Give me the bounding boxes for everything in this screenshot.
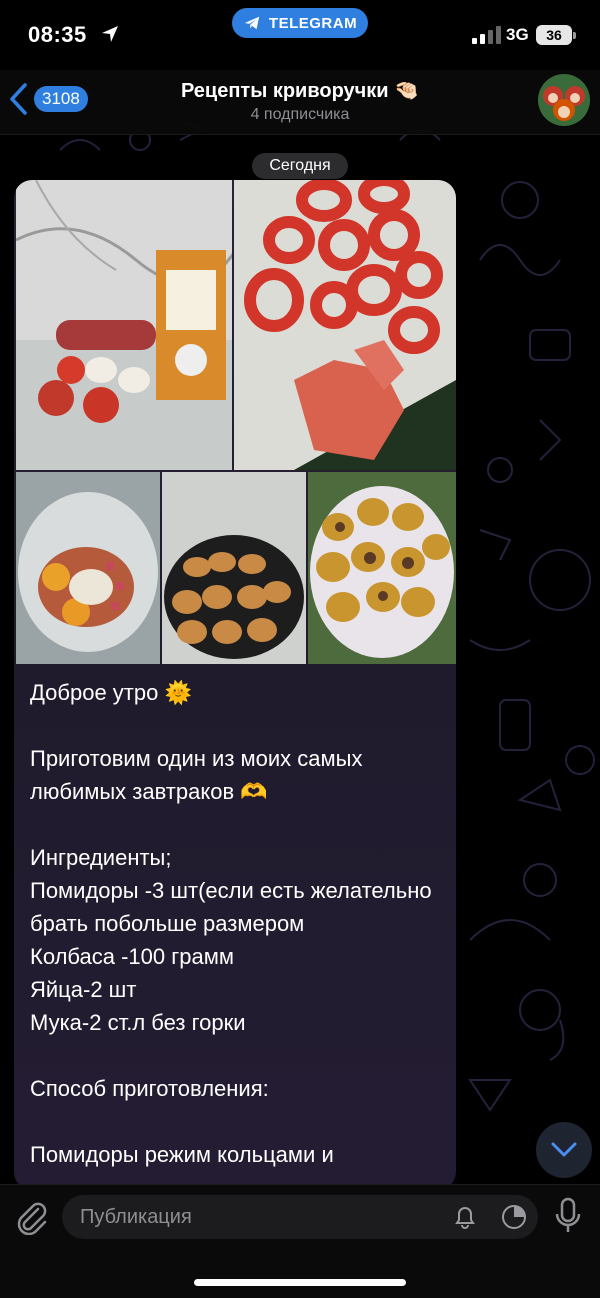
scroll-to-bottom-button[interactable] [536,1122,592,1178]
message-text: Доброе утро 🌞 Приготовим один из моих са… [30,680,432,1167]
bell-icon[interactable] [452,1204,478,1230]
status-bar: 08:35 TELEGRAM 3G 36 [0,0,600,70]
composer-bar: Публикация [0,1184,600,1298]
mixing-bowl-image [16,472,160,664]
tomato-rings-image [234,180,456,470]
telegram-icon [244,16,260,30]
network-type: 3G [506,25,529,44]
photo-tomato-rings[interactable] [234,180,456,470]
return-to-telegram-pill[interactable]: TELEGRAM [232,8,368,38]
photo-frying-pan[interactable] [162,472,306,664]
status-time: 08:35 [28,22,87,47]
channel-title[interactable]: Рецепты криворучки 🤏🏻 [0,78,600,103]
photo-ingredients[interactable] [16,180,232,470]
chat-header: 3108 Рецепты криворучки 🤏🏻 4 подписчика [0,70,600,135]
cellular-signal-icon [472,26,501,44]
battery-indicator: 36 [536,25,576,45]
microphone-icon[interactable] [554,1197,582,1235]
subscriber-count: 4 подписчика [250,106,350,123]
photo-finished-dish[interactable] [308,472,456,664]
location-arrow-icon [102,26,118,42]
timer-icon[interactable] [500,1203,528,1231]
paperclip-icon[interactable] [14,1199,48,1235]
date-separator: Сегодня [252,153,348,179]
post-input-placeholder: Публикация [80,1206,192,1228]
finished-dish-image [308,472,456,664]
photo-mixing-bowl[interactable] [16,472,160,664]
ingredients-image [16,180,232,470]
avatar-image [538,74,590,126]
battery-level: 36 [546,27,562,43]
chevron-down-icon [551,1142,577,1157]
frying-pan-image [162,472,306,664]
channel-avatar[interactable] [538,74,590,126]
post-input[interactable]: Публикация [62,1195,538,1239]
message-bubble[interactable]: Доброе утро 🌞 Приготовим один из моих са… [14,180,456,1190]
return-app-label: TELEGRAM [268,14,358,32]
date-label: Сегодня [269,157,331,174]
home-indicator[interactable] [194,1279,406,1286]
